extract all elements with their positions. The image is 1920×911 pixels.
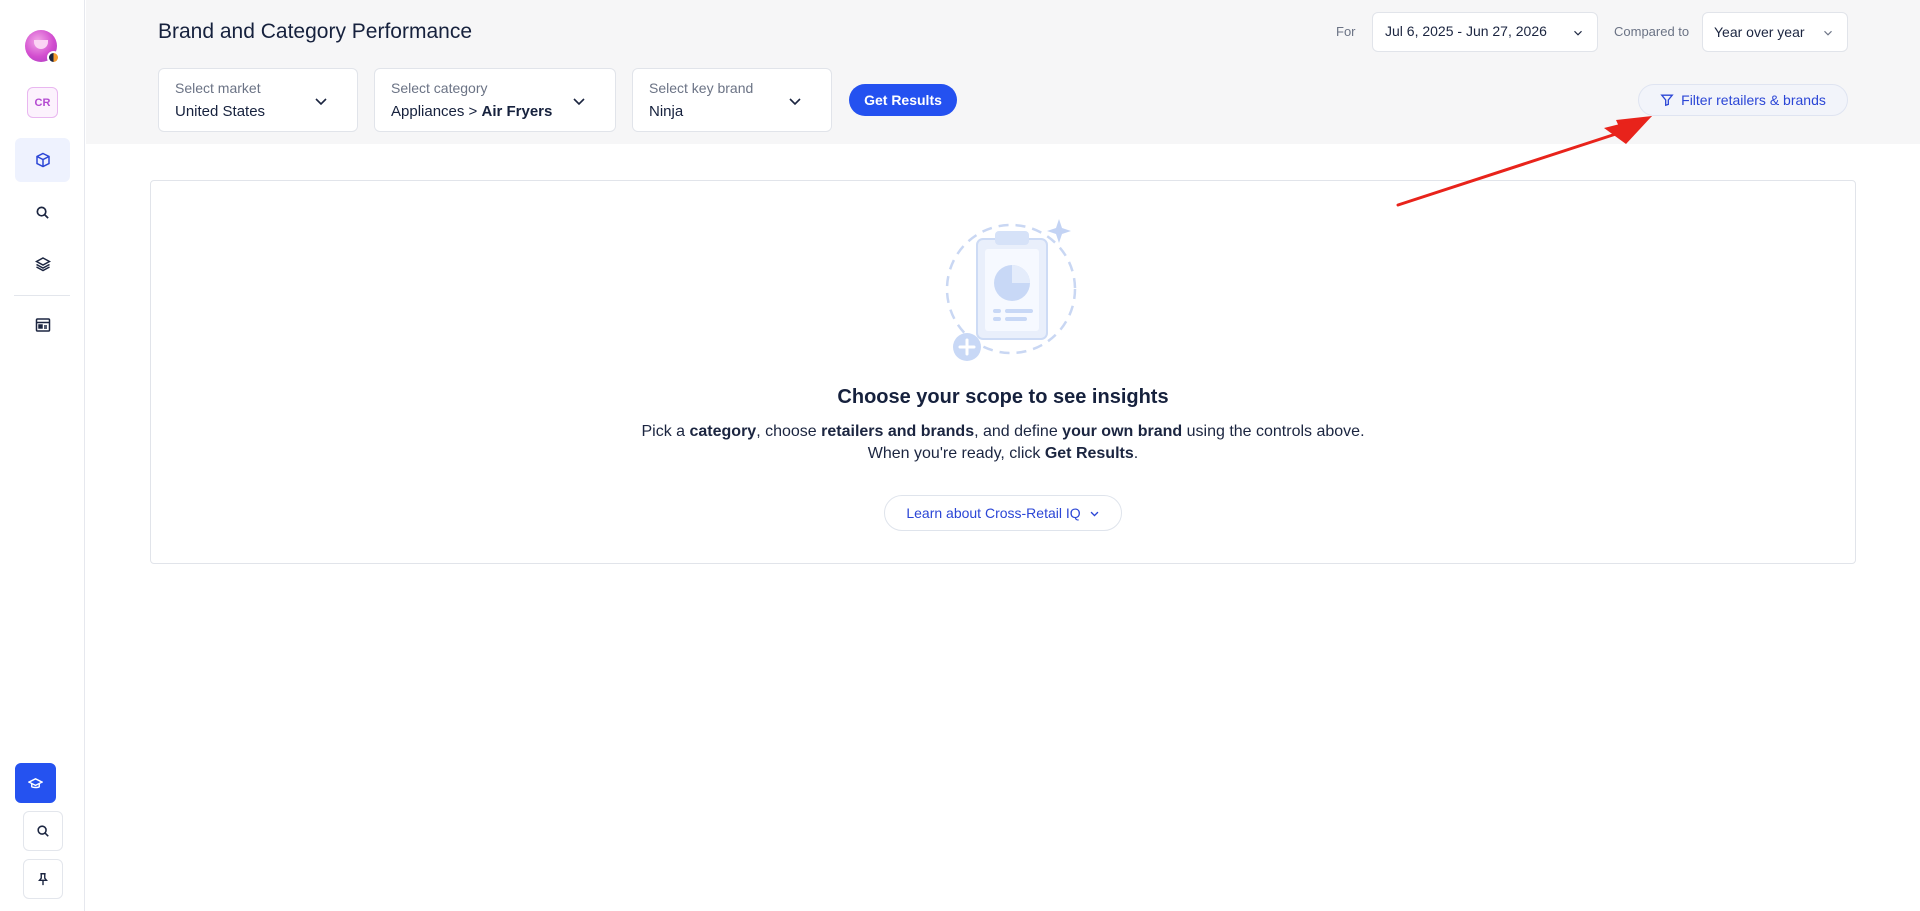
cube-icon: [35, 152, 50, 168]
category-select-label: Select category: [391, 80, 488, 96]
workspace-badge[interactable]: CR: [27, 87, 58, 118]
filter-retailers-brands-button[interactable]: Filter retailers & brands: [1638, 84, 1848, 116]
filter-retailers-label: Filter retailers & brands: [1681, 92, 1826, 108]
learn-button-label: Learn about Cross-Retail IQ: [906, 505, 1081, 521]
empty-state-title: Choose your scope to see insights: [837, 386, 1169, 408]
page-title: Brand and Category Performance: [158, 20, 473, 43]
nav-cube-button[interactable]: [15, 138, 70, 182]
date-range-select[interactable]: Jul 6, 2025 - Jun 27, 2026: [1372, 12, 1598, 52]
search-icon: [37, 825, 49, 837]
sidebar: CR: [0, 0, 85, 911]
category-select[interactable]: Select category Appliances > Air Fryers: [374, 68, 616, 132]
pin-icon: [38, 873, 48, 886]
footer-pin-button[interactable]: [23, 859, 63, 899]
chevron-down-icon: [1090, 511, 1099, 517]
category-leaf: Air Fryers: [481, 103, 553, 120]
empty-state-card: Choose your scope to see insights Pick a…: [150, 180, 1856, 564]
empty-state-description: Pick a category, choose retailers and br…: [641, 423, 1365, 462]
sidebar-divider: [14, 295, 70, 296]
footer-search-button[interactable]: [23, 811, 63, 851]
filter-icon: [1660, 94, 1674, 107]
footer-learn-button[interactable]: [15, 763, 56, 803]
header-bar: Brand and Category Performance For Jul 6…: [86, 0, 1920, 144]
chevron-down-icon: [573, 98, 585, 106]
nav-search-button[interactable]: [15, 190, 70, 234]
category-select-value: Appliances > Air Fryers: [391, 103, 599, 120]
chevron-down-icon: [315, 98, 327, 106]
learn-cross-retail-iq-button[interactable]: Learn about Cross-Retail IQ: [884, 495, 1122, 531]
category-parent: Appliances >: [391, 103, 482, 120]
market-select[interactable]: Select market United States: [158, 68, 358, 132]
date-for-label: For: [1336, 24, 1356, 39]
chevron-down-icon: [789, 98, 801, 106]
nav-layers-button[interactable]: [15, 242, 70, 286]
search-icon: [36, 206, 49, 219]
compared-to-select[interactable]: Year over year: [1702, 12, 1848, 52]
compared-to-label: Compared to: [1614, 24, 1690, 39]
nav-dashboard-button[interactable]: [15, 303, 70, 347]
chevron-down-icon: [1824, 30, 1832, 36]
key-brand-select[interactable]: Select key brand Ninja: [632, 68, 832, 132]
chevron-down-icon: [1574, 30, 1582, 36]
clipboard-chart-illustration: [945, 219, 1077, 361]
compared-to-value: Year over year: [1714, 24, 1805, 40]
dashboard-icon: [35, 318, 50, 332]
layers-icon: [34, 257, 51, 272]
get-results-button[interactable]: Get Results: [849, 84, 957, 116]
graduation-cap-icon: [28, 777, 43, 788]
user-avatar[interactable]: [25, 30, 60, 64]
date-range-value: Jul 6, 2025 - Jun 27, 2026: [1385, 23, 1547, 39]
